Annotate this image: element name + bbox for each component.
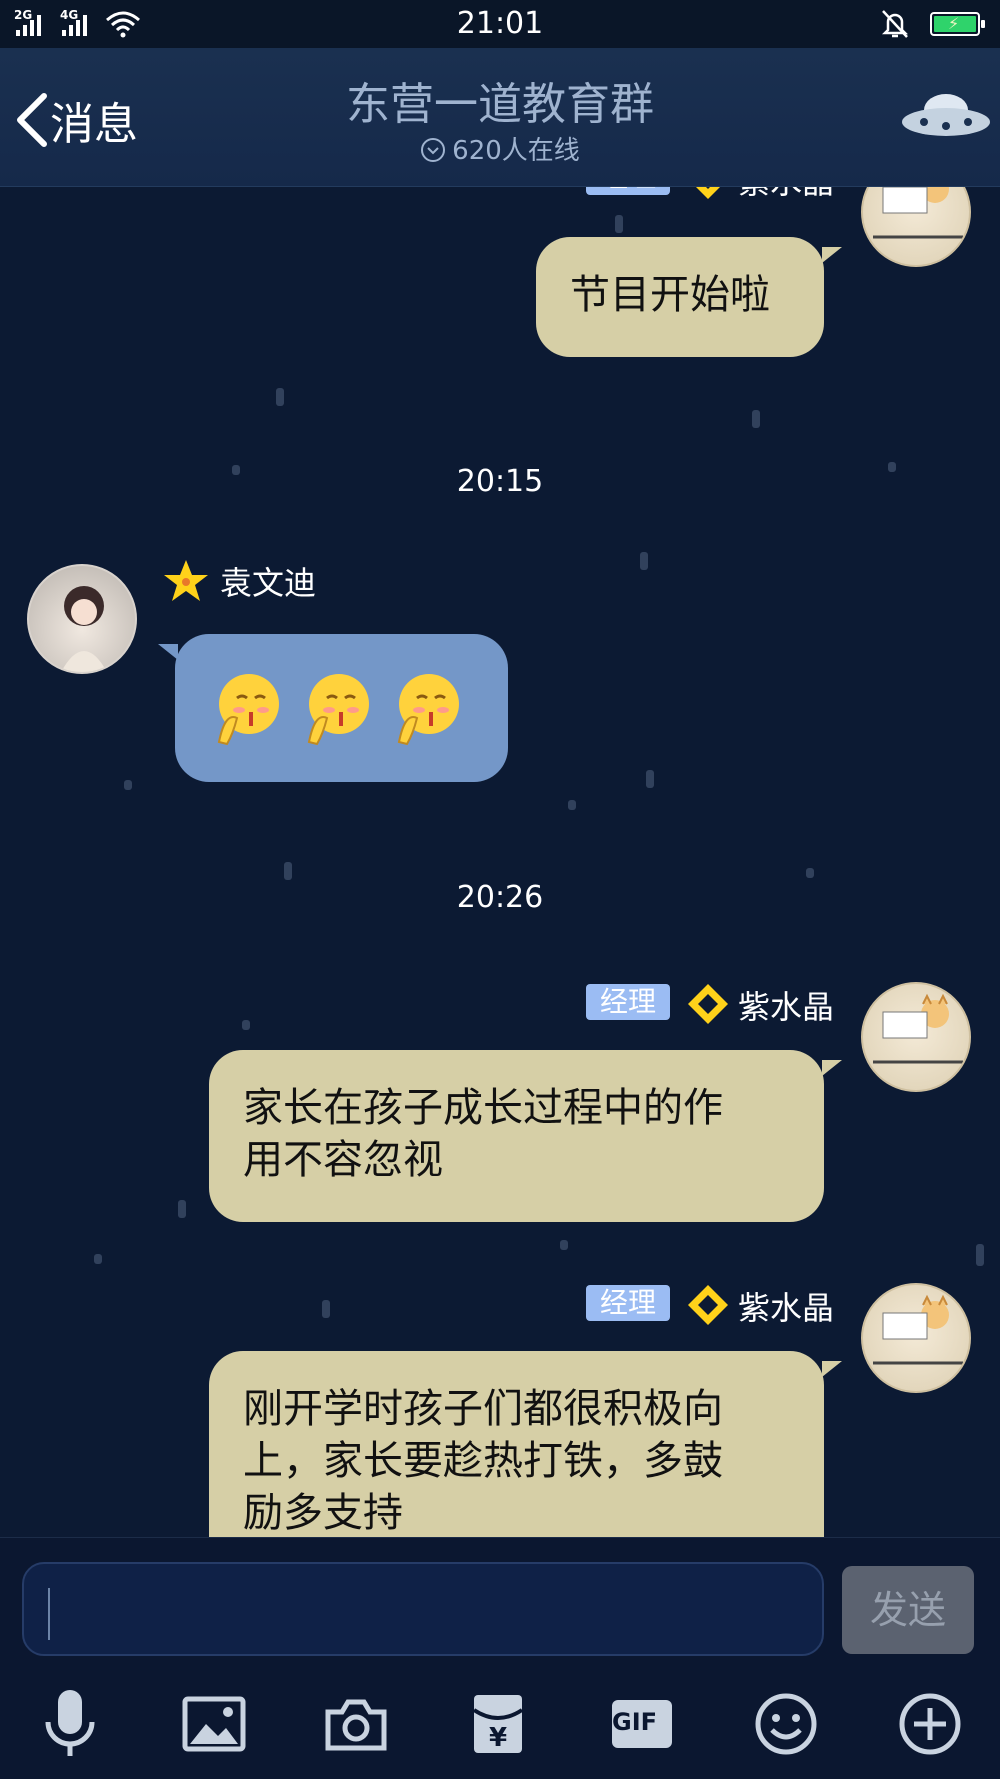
star-rank-icon bbox=[164, 560, 208, 601]
bell-muted-icon bbox=[881, 10, 909, 38]
status-bar: 2G 4G 21:01 ⚡ bbox=[0, 0, 1000, 48]
gif-button[interactable]: GIF bbox=[602, 1684, 682, 1764]
role-badge: 经理 bbox=[586, 1285, 671, 1321]
sender-name: 袁文迪 bbox=[220, 564, 317, 602]
message-composer: 发送 ¥ GIF bbox=[0, 1537, 1000, 1779]
microphone-icon bbox=[45, 1690, 95, 1756]
avatar[interactable] bbox=[27, 564, 137, 674]
pray-emoji-icon bbox=[307, 674, 369, 746]
camera-button[interactable] bbox=[316, 1684, 396, 1764]
chevron-circle-icon bbox=[421, 138, 446, 162]
message-bubble[interactable]: 家长在孩子成长过程中的作 用不容忽视 bbox=[209, 1050, 824, 1222]
emoji-button[interactable] bbox=[746, 1684, 826, 1764]
message-text-line: 上，家长要趁热打铁，多鼓 bbox=[243, 1438, 723, 1484]
diamond-rank-icon bbox=[688, 984, 728, 1024]
message-item: 经理 紫水晶 刚开学时孩子们都很积极向 上，家长要趁热打铁，多鼓 励多支持 bbox=[0, 1283, 1000, 1537]
image-icon bbox=[182, 1696, 246, 1752]
bubble-tail bbox=[822, 247, 842, 263]
chat-header: 消息 东营一道教育群 620人在线 bbox=[0, 48, 1000, 187]
image-button[interactable] bbox=[174, 1684, 254, 1764]
message-item: 袁文迪 bbox=[0, 560, 1000, 784]
avatar[interactable] bbox=[861, 187, 971, 267]
diamond-rank-icon bbox=[688, 1285, 728, 1325]
send-button[interactable]: 发送 bbox=[842, 1566, 974, 1654]
message-text-line: 用不容忽视 bbox=[243, 1137, 443, 1183]
voice-button[interactable] bbox=[30, 1684, 110, 1764]
sender-name: 紫水晶 bbox=[738, 187, 834, 203]
cat-avatar-icon bbox=[873, 993, 963, 1064]
more-button[interactable] bbox=[890, 1684, 970, 1764]
online-count-text: 620人在线 bbox=[452, 136, 580, 166]
avatar[interactable] bbox=[861, 1283, 971, 1393]
smiley-icon bbox=[755, 1693, 817, 1755]
message-item: 经理 紫水晶 家长在孩子成长过程中的作 用不容忽视 bbox=[0, 982, 1000, 1222]
svg-text:¥: ¥ bbox=[489, 1723, 507, 1753]
message-bubble[interactable]: 刚开学时孩子们都很积极向 上，家长要趁热打铁，多鼓 励多支持 bbox=[209, 1351, 824, 1537]
online-count: 620人在线 bbox=[0, 130, 1000, 167]
camera-icon bbox=[325, 1699, 387, 1751]
plus-circle-icon bbox=[899, 1693, 961, 1755]
bubble-tail bbox=[822, 1060, 842, 1076]
red-packet-icon: ¥ bbox=[472, 1695, 524, 1753]
sender-name: 紫水晶 bbox=[738, 988, 835, 1026]
gif-label: GIF bbox=[612, 1708, 658, 1736]
bubble-tail bbox=[158, 644, 178, 660]
status-time: 21:01 bbox=[456, 6, 544, 41]
cat-avatar-icon bbox=[873, 1294, 963, 1365]
role-badge: 经理 bbox=[586, 187, 671, 195]
bubble-tail bbox=[822, 1361, 842, 1377]
avatar[interactable] bbox=[861, 982, 971, 1092]
message-text-line: 励多支持 bbox=[243, 1490, 403, 1536]
group-title: 东营一道教育群 bbox=[346, 79, 654, 130]
message-input[interactable] bbox=[22, 1562, 824, 1656]
ufo-group-icon[interactable] bbox=[900, 88, 992, 144]
timestamp: 20:15 bbox=[456, 464, 544, 499]
cat-avatar-icon bbox=[873, 187, 963, 239]
battery-icon: ⚡ bbox=[930, 12, 985, 36]
role-badge: 经理 bbox=[586, 984, 671, 1020]
pray-emoji-icon bbox=[397, 674, 459, 746]
message-text-line: 家长在孩子成长过程中的作 bbox=[243, 1085, 723, 1131]
red-packet-button[interactable]: ¥ bbox=[458, 1684, 538, 1764]
message-bubble[interactable]: 节目开始啦 bbox=[536, 237, 824, 357]
message-text: 节目开始啦 bbox=[570, 272, 770, 318]
sender-name: 紫水晶 bbox=[738, 1289, 835, 1327]
text-caret bbox=[48, 1588, 50, 1640]
chat-message-list[interactable]: 经理 紫水晶 节目开始啦 20:15 袁文 bbox=[0, 187, 1000, 1537]
timestamp: 20:26 bbox=[456, 880, 544, 915]
diamond-rank-icon bbox=[696, 187, 720, 199]
composer-toolbar: ¥ GIF bbox=[0, 1684, 1000, 1764]
girl-avatar-icon bbox=[61, 586, 107, 672]
message-text-line: 刚开学时孩子们都很积极向 bbox=[243, 1386, 723, 1432]
pray-emoji-icon bbox=[217, 674, 279, 746]
message-bubble[interactable] bbox=[175, 634, 508, 782]
message-item: 经理 紫水晶 节目开始啦 bbox=[0, 187, 1000, 357]
